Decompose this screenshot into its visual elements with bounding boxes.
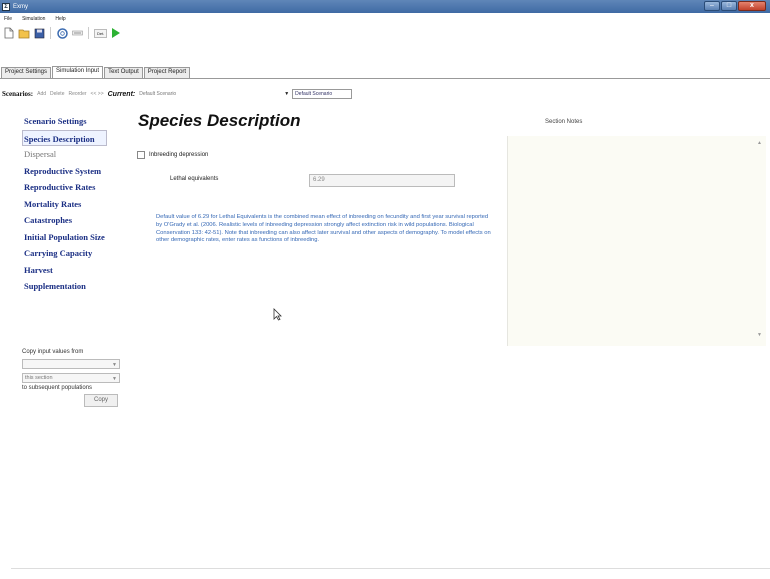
section-initial-population-size[interactable]: Initial Population Size	[24, 229, 124, 246]
divider	[11, 568, 770, 569]
copy-from-label: Copy input values from	[22, 349, 84, 355]
scenario-bar: Scenarios: Add Delete Reorder << >> Curr…	[0, 87, 770, 101]
new-file-button[interactable]	[3, 27, 15, 39]
reorder-scenario-button[interactable]: Reorder	[68, 91, 86, 97]
menu-file[interactable]: File	[4, 16, 12, 22]
page-title: Species Description	[138, 111, 301, 130]
menu-simulation[interactable]: Simulation	[22, 16, 45, 22]
tab-project-report[interactable]: Project Report	[143, 67, 191, 78]
window-controls: – □ x	[704, 1, 766, 11]
play-icon	[112, 28, 121, 38]
add-scenario-button[interactable]: Add	[37, 91, 46, 97]
copy-button[interactable]: Copy	[84, 394, 118, 407]
tab-bar: Project Settings Simulation Input Text O…	[0, 66, 770, 79]
chevron-down-icon: ▼	[112, 362, 117, 368]
section-harvest[interactable]: Harvest	[24, 262, 124, 279]
link-icon	[71, 30, 83, 36]
copy-scope-value: this section	[25, 375, 53, 381]
lifebuoy-icon	[56, 27, 68, 39]
copy-source-combo[interactable]: ▼	[22, 359, 120, 369]
current-label: Current:	[107, 90, 136, 98]
section-catastrophes[interactable]: Catastrophes	[24, 212, 124, 229]
window-title: Exmy	[13, 3, 28, 10]
save-icon	[34, 28, 44, 38]
toolbar-separator	[88, 27, 89, 39]
copy-panel: Copy input values from ▼ this section ▼ …	[22, 349, 122, 407]
title-bar: Σ Exmy – □ x	[0, 0, 770, 13]
chevron-down-icon: ▼	[112, 376, 117, 382]
dropdown-arrow-icon: ▼	[284, 91, 290, 97]
tab-text-output[interactable]: Text Output	[104, 67, 143, 78]
mouse-cursor-icon	[273, 308, 282, 323]
det-button[interactable]: Det.	[94, 28, 108, 38]
current-scenario-name: Default Scenario	[139, 91, 177, 97]
run-button[interactable]	[110, 27, 122, 39]
scenarios-label: Scenarios:	[2, 90, 34, 98]
menu-bar: File Simulation Help	[0, 13, 770, 25]
lethal-equivalents-label: Lethal equivalents	[170, 176, 219, 182]
inbreeding-label: Inbreeding depression	[149, 152, 209, 158]
open-button[interactable]	[18, 27, 30, 39]
minimize-button[interactable]: –	[704, 1, 720, 11]
section-dispersal[interactable]: Dispersal	[24, 146, 124, 163]
section-scenario-settings[interactable]: Scenario Settings	[24, 113, 124, 130]
toolbar: Det.	[0, 25, 770, 41]
section-mortality-rates[interactable]: Mortality Rates	[24, 196, 124, 213]
section-carrying-capacity[interactable]: Carrying Capacity	[24, 245, 124, 262]
scenario-dropdown[interactable]: ▼ Default Scenario	[284, 89, 353, 99]
scroll-up-icon[interactable]: ▲	[757, 140, 762, 146]
inbreeding-checkbox[interactable]	[137, 151, 145, 159]
tab-simulation-input[interactable]: Simulation Input	[52, 66, 104, 78]
inbreeding-note: Default value of 6.29 for Lethal Equival…	[156, 214, 491, 244]
delete-scenario-button[interactable]: Delete	[50, 91, 64, 97]
scenario-nav-arrows[interactable]: << >>	[91, 91, 104, 97]
scenario-select-value: Default Scenario	[292, 89, 353, 99]
section-notes-textarea[interactable]: ▲ ▼	[507, 136, 766, 346]
maximize-button[interactable]: □	[721, 1, 737, 11]
section-reproductive-rates[interactable]: Reproductive Rates	[24, 179, 124, 196]
close-button[interactable]: x	[738, 1, 766, 11]
toolbar-separator	[50, 27, 51, 39]
save-button[interactable]	[33, 27, 45, 39]
section-notes-title: Section Notes	[545, 119, 583, 125]
inbreeding-checkbox-row[interactable]: Inbreeding depression	[137, 151, 208, 159]
menu-help[interactable]: Help	[55, 16, 65, 22]
lethal-equivalents-input[interactable]: 6.29	[309, 174, 455, 187]
app-icon: Σ	[2, 2, 10, 11]
tab-project-settings[interactable]: Project Settings	[1, 67, 52, 78]
folder-icon	[18, 29, 30, 38]
help-button[interactable]	[56, 27, 68, 39]
new-file-icon	[4, 27, 14, 39]
link-button[interactable]	[71, 27, 83, 39]
section-species-description[interactable]: Species Description	[22, 129, 107, 146]
copy-scope-combo[interactable]: this section ▼	[22, 373, 120, 383]
copy-to-label: to subsequent populations	[22, 385, 93, 391]
section-list: Scenario Settings Species Description Di…	[22, 113, 124, 295]
section-supplementation[interactable]: Supplementation	[24, 278, 124, 295]
section-reproductive-system[interactable]: Reproductive System	[24, 163, 124, 180]
scroll-down-icon[interactable]: ▼	[757, 332, 762, 338]
